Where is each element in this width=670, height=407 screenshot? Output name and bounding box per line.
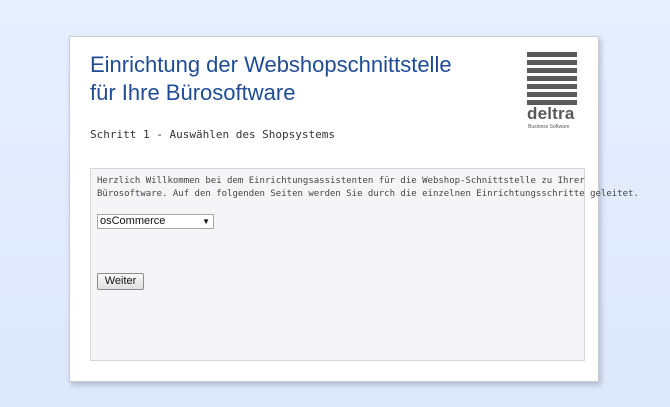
page-title-line-1: Einrichtung der Webshopschnittstelle <box>90 52 452 77</box>
wizard-card: Einrichtung der Webshopschnittstelle für… <box>69 36 639 382</box>
intro-text: Herzlich Willkommen bei dem Einrichtungs… <box>97 175 639 201</box>
content-panel: Herzlich Willkommen bei dem Einrichtungs… <box>90 168 639 361</box>
dropdown-arrow-icon: ▼ <box>202 217 210 226</box>
step-title: Schritt 1 - Auswählen des Shopsystems <box>90 128 336 141</box>
shop-system-select-value: osCommerce <box>100 215 166 227</box>
intro-text-line-1: Herzlich Willkommen bei dem Einrichtungs… <box>97 176 585 186</box>
page-title-line-2: für Ihre Bürosoftware <box>90 80 296 105</box>
deltra-logo: deltra Business Software <box>527 52 579 132</box>
logo-stripes-icon <box>527 52 577 105</box>
logo-tagline: Business Software <box>528 124 570 130</box>
page-title: Einrichtung der Webshopschnittstelle für… <box>90 51 510 107</box>
logo-wordmark: deltra <box>527 104 575 123</box>
intro-text-line-2: Bürosoftware. Auf den folgenden Seiten w… <box>97 189 639 199</box>
shop-system-select[interactable]: osCommerce ▼ <box>97 214 214 229</box>
next-button[interactable]: Weiter <box>97 273 144 290</box>
